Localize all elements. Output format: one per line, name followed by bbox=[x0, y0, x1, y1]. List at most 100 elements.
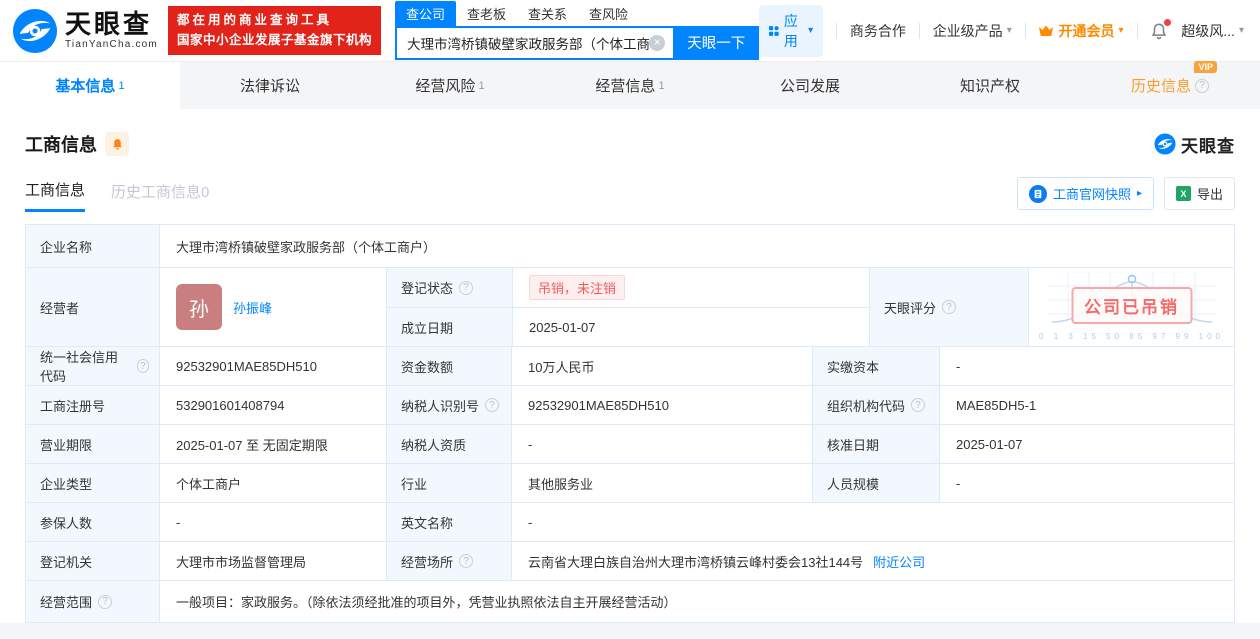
tab-intellectual-property[interactable]: 知识产权 bbox=[900, 62, 1080, 109]
help-icon[interactable]: ? bbox=[136, 359, 149, 374]
field-label: 纳税人识别号 ? bbox=[386, 386, 511, 425]
help-icon[interactable]: ? bbox=[1195, 78, 1209, 93]
help-icon[interactable]: ? bbox=[485, 398, 500, 413]
help-icon[interactable]: ? bbox=[911, 398, 926, 413]
chevron-down-icon: ▾ bbox=[1238, 25, 1244, 37]
search-box: × 天眼一下 bbox=[394, 25, 760, 60]
snapshot-label: 工商官网快照 bbox=[1052, 187, 1131, 203]
user-account-menu[interactable]: 超级风... ▾ bbox=[1181, 21, 1244, 41]
uscc-label: 统一社会信用代码 bbox=[40, 350, 119, 385]
watermark-text: 天眼查 bbox=[1181, 136, 1235, 156]
field-label: 企业类型 bbox=[26, 464, 159, 503]
field-label: 人员规模 bbox=[812, 464, 939, 503]
premises-cell: 云南省大理白族自治州大理市湾桥镇云峰村委会13社144号 附近公司 bbox=[511, 542, 1234, 581]
search-tab-relation[interactable]: 查关系 bbox=[517, 1, 578, 26]
nearby-companies-link[interactable]: 附近公司 bbox=[873, 552, 925, 571]
search-tab-risk[interactable]: 查风险 bbox=[578, 1, 639, 26]
search-tab-boss[interactable]: 查老板 bbox=[456, 1, 517, 26]
tianyancha-logo-icon bbox=[1154, 133, 1176, 155]
field-label: 经营范围 ? bbox=[26, 581, 159, 623]
tianyancha-watermark: 天眼查 bbox=[1154, 132, 1235, 157]
reg-status-cell: 吊销，未注销 bbox=[512, 268, 870, 308]
taxq-value: - bbox=[511, 425, 812, 464]
en-name-value: - bbox=[511, 503, 1234, 542]
field-label: 实缴资本 bbox=[812, 347, 939, 386]
orgcode-value: MAE85DH5-1 bbox=[939, 386, 1234, 425]
divider bbox=[1136, 22, 1138, 39]
export-label: 导出 bbox=[1196, 187, 1223, 203]
field-label: 行业 bbox=[386, 464, 511, 503]
help-icon[interactable]: ? bbox=[98, 594, 113, 609]
premises-value: 云南省大理白族自治州大理市湾桥镇云峰村委会13社144号 bbox=[528, 554, 864, 570]
table-row: 参保人数 - 英文名称 - bbox=[26, 502, 1234, 542]
section-actions: 工商官网快照 ▸ X 导出 bbox=[1016, 177, 1235, 214]
subtab-history-business-info[interactable]: 历史工商信息0 bbox=[111, 181, 209, 211]
tab-history-info[interactable]: 历史信息 ? VIP bbox=[1080, 61, 1260, 109]
field-label: 登记状态 ? bbox=[387, 268, 512, 308]
section-header: 工商信息 天眼查 bbox=[25, 131, 1235, 157]
open-vip[interactable]: 开通会员 ▾ bbox=[1038, 21, 1124, 41]
search-input[interactable] bbox=[406, 35, 650, 51]
est-date-value: 2025-01-07 bbox=[512, 307, 870, 347]
history-wrap: 历史信息 ? VIP bbox=[1131, 61, 1217, 96]
table-row: 统一社会信用代码 ? 92532901MAE85DH510 资金数额 10万人民… bbox=[26, 346, 1234, 386]
table-row: 营业期限 2025-01-07 至 无固定期限 纳税人资质 - 核准日期 202… bbox=[26, 424, 1234, 464]
official-snapshot-button[interactable]: 工商官网快照 ▸ bbox=[1016, 177, 1154, 211]
divider bbox=[836, 22, 837, 39]
divider bbox=[918, 22, 920, 39]
chevron-down-icon: ▾ bbox=[1118, 25, 1124, 37]
monitor-bell-button[interactable] bbox=[105, 132, 129, 157]
operator-name-link[interactable]: 孙振峰 bbox=[233, 298, 272, 317]
field-label: 核准日期 bbox=[812, 425, 939, 464]
scope-label: 经营范围 bbox=[40, 595, 93, 611]
arrow-right-icon: ▸ bbox=[1136, 188, 1142, 200]
apps-label: 应用 bbox=[783, 12, 798, 49]
reg-status-label: 登记状态 bbox=[401, 281, 454, 297]
field-label: 企业名称 bbox=[26, 225, 159, 268]
help-icon[interactable]: ? bbox=[942, 300, 957, 315]
tab-business-risk[interactable]: 经营风险 1 bbox=[360, 62, 540, 109]
divider bbox=[1024, 22, 1026, 39]
tab-label: 经营风险 bbox=[415, 78, 476, 96]
tianyancha-logo[interactable]: 天眼查 TianYanCha.com bbox=[12, 8, 158, 54]
search-tabs: 查公司 查老板 查关系 查风险 bbox=[394, 0, 759, 26]
field-label: 英文名称 bbox=[386, 503, 511, 542]
tianyancha-logo-icon bbox=[12, 8, 58, 53]
open-vip-label: 开通会员 bbox=[1058, 22, 1115, 39]
orgcode-label: 组织机构代码 bbox=[827, 398, 906, 414]
score-axis-labels: 0 1 3 15 50 85 97 99 100 bbox=[1039, 332, 1224, 342]
export-button[interactable]: X 导出 bbox=[1163, 177, 1235, 211]
brand-domain: TianYanCha.com bbox=[65, 39, 158, 51]
tab-basic-info[interactable]: 基本信息 1 bbox=[0, 62, 180, 110]
tab-company-development[interactable]: 公司发展 bbox=[720, 62, 900, 109]
account-label: 超级风... bbox=[1181, 22, 1235, 39]
authority-value: 大理市市场监督管理局 bbox=[159, 542, 386, 581]
capital-value: 10万人民币 bbox=[511, 347, 812, 386]
tab-count: 1 bbox=[658, 79, 665, 92]
vip-badge: VIP bbox=[1194, 61, 1217, 74]
scope-value: 一般项目：家政服务。（除依法须经批准的项目外，凭营业执照依法自主开展经营活动） bbox=[159, 581, 1234, 623]
tab-count: 1 bbox=[478, 79, 485, 92]
bell-icon bbox=[112, 138, 122, 150]
tab-legal[interactable]: 法律诉讼 bbox=[180, 62, 360, 109]
subtab-business-info[interactable]: 工商信息 bbox=[25, 179, 86, 213]
logo-text: 天眼查 TianYanCha.com bbox=[65, 11, 158, 50]
field-label: 组织机构代码 ? bbox=[812, 386, 939, 425]
field-label: 资金数额 bbox=[386, 347, 511, 386]
approve-value: 2025-01-07 bbox=[939, 425, 1234, 464]
notification-bell[interactable] bbox=[1150, 18, 1172, 40]
chevron-down-icon: ▾ bbox=[808, 25, 814, 37]
help-icon[interactable]: ? bbox=[459, 554, 474, 569]
nav-enterprise-products[interactable]: 企业级产品 ▾ bbox=[933, 21, 1012, 41]
clear-icon[interactable]: × bbox=[649, 34, 666, 51]
apps-menu[interactable]: 应用 ▾ bbox=[759, 4, 824, 57]
tab-business-info[interactable]: 经营信息 1 bbox=[540, 62, 720, 109]
field-label: 经营者 bbox=[26, 268, 159, 347]
help-icon[interactable]: ? bbox=[459, 280, 474, 295]
avatar[interactable]: 孙 bbox=[176, 284, 222, 331]
chevron-down-icon: ▾ bbox=[1006, 25, 1012, 37]
search-button[interactable]: 天眼一下 bbox=[673, 25, 760, 60]
business-info-table: 企业名称 大理市湾桥镇破壁家政服务部（个体工商户） 经营者 孙 孙振峰 登记状态… bbox=[25, 224, 1235, 624]
search-tab-company[interactable]: 查公司 bbox=[394, 0, 456, 26]
nav-cooperation[interactable]: 商务合作 bbox=[850, 21, 906, 41]
